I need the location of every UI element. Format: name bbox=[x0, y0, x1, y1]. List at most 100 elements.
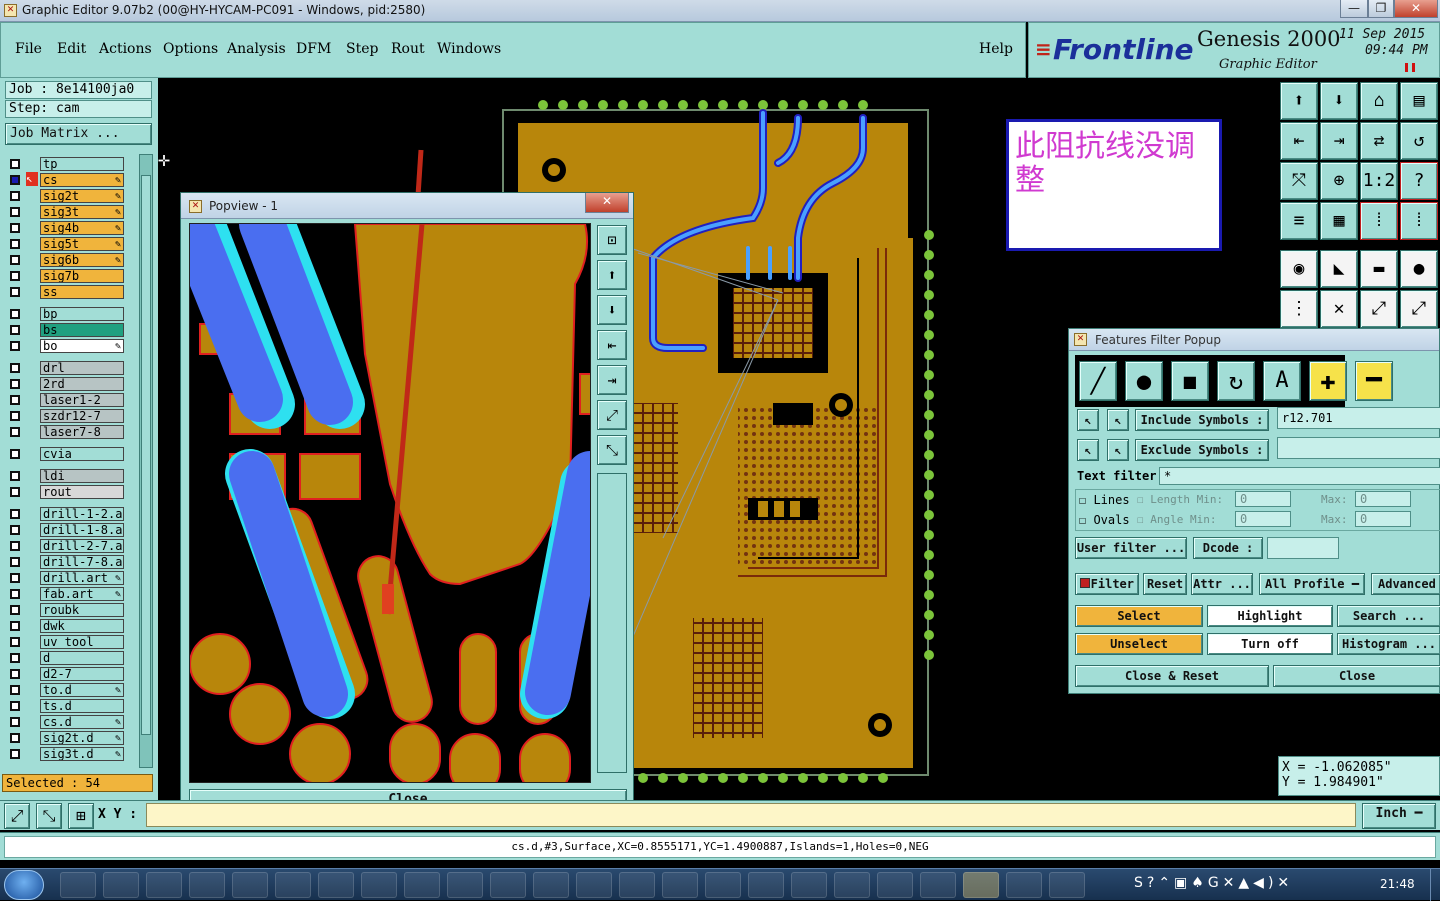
close-reset-button[interactable]: Close & Reset bbox=[1075, 665, 1269, 687]
layer-checkbox[interactable] bbox=[10, 395, 20, 405]
job-matrix-button[interactable]: Job Matrix ... bbox=[5, 123, 152, 145]
layer-row[interactable]: laser7-8 bbox=[6, 424, 124, 440]
grid-snap-icon[interactable]: ⊞ bbox=[68, 803, 94, 829]
layer-checkbox[interactable] bbox=[10, 589, 20, 599]
exclude-arrow-icon[interactable]: ↖ bbox=[1077, 439, 1099, 461]
layer-checkbox[interactable] bbox=[10, 717, 20, 727]
layer-checkbox[interactable] bbox=[10, 363, 20, 373]
layer-row[interactable]: rout bbox=[6, 484, 124, 500]
layer-row[interactable]: sig2t ✎ bbox=[6, 188, 124, 204]
layer-row[interactable]: sig5t ✎ bbox=[6, 236, 124, 252]
layer-checkbox[interactable] bbox=[10, 223, 20, 233]
pan-up-icon[interactable]: ⬆ bbox=[597, 260, 627, 290]
layer-name[interactable]: to.d ✎ bbox=[40, 683, 124, 697]
layer-row[interactable]: sig3t.d ✎ bbox=[6, 746, 124, 762]
layer-row[interactable]: sig7b bbox=[6, 268, 124, 284]
layer-row[interactable]: bp bbox=[6, 306, 124, 322]
length-min-input[interactable]: 0 bbox=[1235, 491, 1291, 507]
layer-checkbox[interactable] bbox=[10, 159, 20, 169]
excel-app-icon[interactable] bbox=[533, 872, 569, 898]
layer-name[interactable]: rout bbox=[40, 485, 124, 499]
excel-app-icon[interactable] bbox=[576, 872, 612, 898]
circle-snap-icon[interactable]: ● bbox=[1400, 250, 1438, 288]
layer-name[interactable]: uv_tool bbox=[40, 635, 124, 649]
layer-row[interactable]: d2-7 bbox=[6, 666, 124, 682]
network-app-icon[interactable] bbox=[490, 872, 526, 898]
layer-name[interactable]: cs.d ✎ bbox=[40, 715, 124, 729]
mirror-icon[interactable]: ⇄ bbox=[1360, 122, 1398, 160]
display-top-icon[interactable]: ⬆ bbox=[1280, 82, 1318, 120]
layer-checkbox[interactable] bbox=[10, 653, 20, 663]
probe-icon[interactable]: ⤢ bbox=[1400, 290, 1438, 328]
query-icon[interactable]: ? bbox=[1400, 162, 1438, 200]
zoom-home-icon[interactable]: ⊡ bbox=[597, 225, 627, 255]
layer-row[interactable]: drill-2-7.a bbox=[6, 538, 124, 554]
minimize-button[interactable]: — bbox=[1340, 0, 1368, 18]
layer-name[interactable]: sig6b ✎ bbox=[40, 253, 124, 267]
unselect-button[interactable]: Unselect bbox=[1075, 633, 1203, 655]
menu-file[interactable]: File bbox=[15, 41, 42, 57]
layer-row[interactable]: ss bbox=[6, 284, 124, 300]
unit-dropdown[interactable]: Inch ━ bbox=[1362, 803, 1436, 829]
layer-checkbox[interactable] bbox=[10, 325, 20, 335]
excel-app-icon[interactable] bbox=[619, 872, 655, 898]
window-titlebar[interactable]: ✕ Graphic Editor 9.07b2 (00@HY-HYCAM-PC0… bbox=[0, 0, 1440, 22]
angle-min-input[interactable]: 0 bbox=[1235, 511, 1291, 527]
zoom-fit-icon[interactable]: ⤢ bbox=[4, 803, 30, 829]
exclude-symbols-input[interactable] bbox=[1277, 437, 1440, 459]
drc-icon[interactable]: ◣ bbox=[1320, 250, 1358, 288]
layer-row[interactable]: bo ✎ bbox=[6, 338, 124, 354]
cross-icon[interactable]: ✕ bbox=[1320, 290, 1358, 328]
layer-name[interactable]: cs ✎ bbox=[40, 173, 124, 187]
calculator-app-icon[interactable] bbox=[189, 872, 225, 898]
layer-row[interactable]: 2rd bbox=[6, 376, 124, 392]
layer-row[interactable]: uv_tool bbox=[6, 634, 124, 650]
layer-name[interactable]: sig2t ✎ bbox=[40, 189, 124, 203]
layer-name[interactable]: drill-1-2.a bbox=[40, 507, 124, 521]
explorer-app-icon[interactable] bbox=[146, 872, 182, 898]
layer-row[interactable]: cvia bbox=[6, 446, 124, 462]
popview-slider[interactable] bbox=[597, 473, 627, 773]
layer-checkbox[interactable] bbox=[10, 525, 20, 535]
popview-titlebar[interactable]: ✕ Popview - 1 ✕ bbox=[181, 193, 633, 219]
stack-app-icon[interactable] bbox=[791, 872, 827, 898]
pan-down-icon[interactable]: ⬇ bbox=[597, 295, 627, 325]
menu-edit[interactable]: Edit bbox=[57, 41, 86, 57]
layer-row[interactable]: tp bbox=[6, 156, 124, 172]
layer-checkbox[interactable] bbox=[10, 427, 20, 437]
layer-row[interactable]: drl bbox=[6, 360, 124, 376]
layer-row[interactable]: to.d ✎ bbox=[6, 682, 124, 698]
layer-row[interactable]: drill.art ✎ bbox=[6, 570, 124, 586]
layer-name[interactable]: sig3t ✎ bbox=[40, 205, 124, 219]
popview-close-x[interactable]: ✕ bbox=[585, 193, 629, 213]
window-app-icon[interactable] bbox=[963, 872, 999, 898]
layer-checkbox[interactable] bbox=[10, 287, 20, 297]
xy-input[interactable] bbox=[146, 803, 1356, 827]
layer-row[interactable]: drill-7-8.a bbox=[6, 554, 124, 570]
layer-checkbox[interactable] bbox=[10, 573, 20, 583]
layer-row[interactable]: d bbox=[6, 650, 124, 666]
layer-checkbox[interactable] bbox=[10, 621, 20, 631]
layer-checkbox[interactable] bbox=[10, 239, 20, 249]
include-symbols-label[interactable]: Include Symbols : bbox=[1135, 409, 1269, 431]
reset-button[interactable]: Reset bbox=[1143, 573, 1187, 595]
layer-name[interactable]: drill-7-8.a bbox=[40, 555, 124, 569]
filter-close-button[interactable]: Close bbox=[1273, 665, 1440, 687]
layer-compare-icon[interactable]: ⁞ bbox=[1360, 202, 1398, 240]
pad-type-icon[interactable]: ● bbox=[1125, 361, 1163, 401]
layer-row[interactable]: sig4b ✎ bbox=[6, 220, 124, 236]
layer-name[interactable]: 2rd bbox=[40, 377, 124, 391]
layer-checkbox[interactable] bbox=[10, 669, 20, 679]
layer-row[interactable]: sig6b ✎ bbox=[6, 252, 124, 268]
layer-checkbox[interactable] bbox=[10, 605, 20, 615]
select-button[interactable]: Select bbox=[1075, 605, 1203, 627]
search-button[interactable]: Search ... bbox=[1337, 605, 1440, 627]
pan-right-icon[interactable]: ⇥ bbox=[1320, 122, 1358, 160]
maximize-button[interactable]: ❐ bbox=[1368, 0, 1394, 18]
layer-checkbox[interactable] bbox=[10, 449, 20, 459]
filter-titlebar[interactable]: ✕ Features Filter Popup bbox=[1069, 329, 1439, 351]
layer-name[interactable]: drl bbox=[40, 361, 124, 375]
doc-app-icon[interactable] bbox=[748, 872, 784, 898]
advanced-button[interactable]: Advanced bbox=[1371, 573, 1440, 595]
angle-checkbox[interactable]: ☐ Angle Min: bbox=[1137, 513, 1217, 526]
